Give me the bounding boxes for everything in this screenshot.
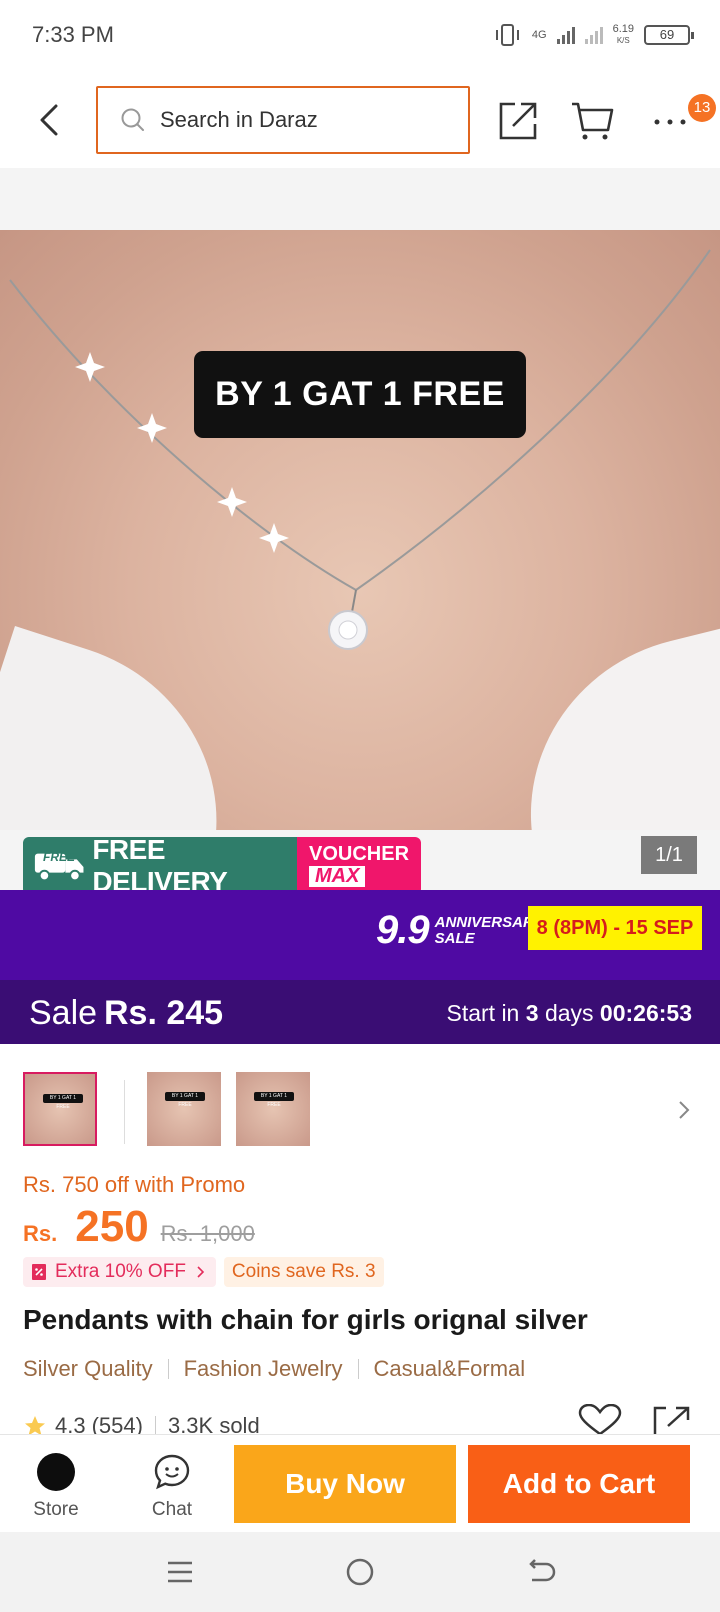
sale-label: Sale [29, 994, 98, 1032]
free-delivery-badge: FREE FREE DELIVERY [23, 834, 297, 897]
search-input[interactable]: Search in Daraz [96, 86, 470, 154]
product-image-gallery[interactable]: BY 1 GAT 1 FREE [0, 230, 720, 830]
chat-label: Chat [151, 1499, 193, 1520]
signal-icon [556, 26, 575, 44]
share-icon[interactable] [497, 98, 541, 142]
voucher-icon [32, 1264, 46, 1280]
countdown-time: 00:26:53 [599, 1000, 692, 1026]
top-bar: Search in Daraz 13 [0, 74, 720, 168]
wishlist-heart-icon[interactable] [578, 1404, 622, 1434]
countdown-prefix: Start in [446, 1000, 520, 1026]
battery-icon: 69 [644, 25, 694, 45]
gallery-top-gap [0, 168, 720, 230]
rating-separator [154, 1416, 156, 1436]
campaign-banner[interactable]: 9.9 ANNIVERSARY SALE 8 (8PM) - 15 SEP [0, 890, 720, 980]
price-row: Rs. 250 Rs. 1,000 [23, 1202, 255, 1252]
back-icon[interactable] [30, 100, 70, 140]
free-tag: FREE [43, 850, 76, 864]
campaign-title: 9.9 ANNIVERSARY SALE [376, 908, 544, 953]
countdown-days: 3 [525, 1000, 539, 1026]
feature-separator [167, 1359, 169, 1379]
feature-item: Fashion Jewelry [183, 1356, 343, 1381]
cart-badge: 13 [688, 94, 716, 122]
coins-save-tag: Coins save Rs. 3 [223, 1257, 384, 1287]
share-product-icon[interactable] [652, 1404, 694, 1434]
chat-icon [154, 1454, 190, 1490]
buy-now-button[interactable]: Buy Now [234, 1445, 456, 1523]
image-promo-label: BY 1 GAT 1 FREE [194, 351, 526, 438]
system-nav-bar [0, 1532, 720, 1612]
price-value: 250 [75, 1202, 149, 1251]
store-button[interactable]: Store [21, 1453, 91, 1521]
search-placeholder: Search in Daraz [160, 107, 318, 132]
thumbnail-item[interactable]: BY 1 GAT 1 FREE [23, 1072, 97, 1146]
status-bar: 7:33 PM 4G 6.19 K/S 69 [0, 0, 720, 74]
extra-off-label: Extra 10% OFF [55, 1261, 186, 1282]
free-delivery-label: FREE DELIVERY [92, 834, 228, 897]
signal-icon-2 [584, 26, 603, 44]
back-nav-icon[interactable] [518, 1550, 562, 1594]
add-to-cart-button[interactable]: Add to Cart [468, 1445, 690, 1523]
store-label: Store [33, 1499, 79, 1520]
voucher-label: VOUCHER [309, 843, 410, 865]
menu-icon[interactable] [158, 1550, 202, 1594]
vibrate-icon [495, 24, 519, 46]
thumbnail-label: BY 1 GAT 1 FREE [43, 1094, 83, 1110]
countdown-days-suffix: days [544, 1000, 594, 1026]
extra-off-tag[interactable]: Extra 10% OFF [23, 1257, 216, 1287]
campaign-dates: 8 (8PM) - 15 SEP [528, 906, 702, 950]
search-icon [121, 108, 144, 131]
voucher-max-label: MAX [309, 866, 366, 887]
delivery-banner: FREE FREE DELIVERY VOUCHER MAX 1/1 [0, 830, 720, 897]
network-type: 4G [531, 29, 547, 41]
thumbnail-label: BY 1 GAT 1 FREE [165, 1092, 205, 1108]
thumbnail-divider [124, 1080, 125, 1144]
bottom-action-bar: Store Chat Buy Now Add to Cart [0, 1434, 720, 1532]
home-icon[interactable] [338, 1550, 382, 1594]
sale-price-bar: Sale Rs. 245 Start in 3 days 00:26:53 [0, 980, 720, 1044]
status-icons: 4G 6.19 K/S 69 [494, 23, 694, 46]
status-time: 7:33 PM [32, 22, 114, 47]
image-counter: 1/1 [641, 836, 697, 874]
chevron-right-icon [197, 1266, 205, 1278]
voucher-max-badge: VOUCHER MAX [297, 837, 421, 895]
product-features: Silver Quality Fashion Jewelry Casual&Fo… [23, 1356, 525, 1382]
price-currency: Rs. [23, 1221, 58, 1246]
thumbnail-item[interactable]: BY 1 GAT 1 FREE [236, 1072, 310, 1146]
network-speed: 6.19 K/S [612, 23, 634, 46]
feature-item: Casual&Formal [373, 1356, 526, 1381]
original-price: Rs. 1,000 [160, 1221, 255, 1246]
thumbnail-strip: BY 1 GAT 1 FREE BY 1 GAT 1 FREE BY 1 GAT… [0, 1072, 720, 1150]
thumbnail-item[interactable]: BY 1 GAT 1 FREE [147, 1072, 221, 1146]
thumbnail-label: BY 1 GAT 1 FREE [254, 1092, 294, 1108]
chevron-right-icon[interactable] [674, 1098, 694, 1122]
sale-price: Rs. 245 [104, 994, 224, 1032]
feature-separator [357, 1359, 359, 1379]
promo-discount-text: Rs. 750 off with Promo [23, 1172, 246, 1197]
necklace-chain-icon [9, 249, 711, 650]
campaign-number: 9.9 [376, 908, 430, 952]
campaign-line2: SALE [434, 929, 475, 947]
chat-button[interactable]: Chat [137, 1453, 207, 1521]
promo-tags: Extra 10% OFF Coins save Rs. 3 [23, 1257, 384, 1287]
cart-icon[interactable] [570, 98, 614, 142]
product-title: Pendants with chain for girls orignal si… [23, 1304, 588, 1335]
more-icon[interactable] [648, 98, 692, 142]
store-logo-icon [37, 1453, 75, 1491]
sale-countdown: Start in 3 days 00:26:53 [446, 1000, 692, 1027]
feature-item: Silver Quality [23, 1356, 153, 1381]
